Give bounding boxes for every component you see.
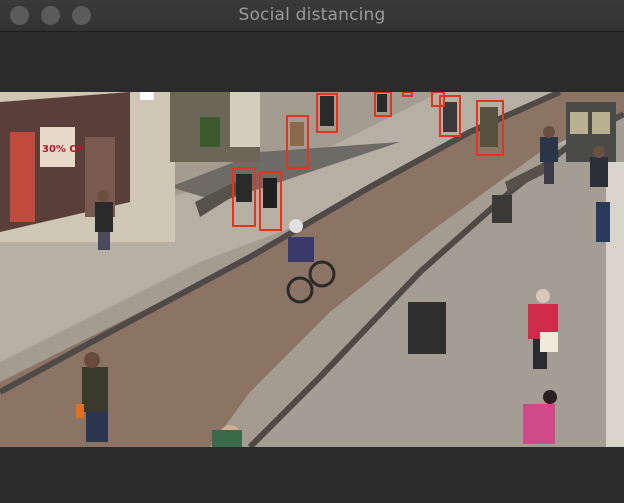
window-title: Social distancing: [238, 5, 386, 25]
litter-bin: [408, 302, 446, 354]
plant: [200, 117, 220, 147]
store-display: [10, 132, 35, 222]
phone-booth-window: [570, 112, 588, 134]
street-scene: 30% OFF: [0, 89, 624, 450]
person: [236, 174, 252, 202]
video-frame: 30% OFF: [0, 89, 624, 450]
window-titlebar: Social distancing: [0, 0, 624, 32]
litter-bin: [492, 195, 512, 223]
building-pillar: [230, 92, 260, 147]
person: [290, 122, 304, 146]
top-panel: [0, 32, 624, 92]
sign-board: [596, 202, 610, 242]
store-banner: [140, 92, 154, 100]
store-sign: 30% OFF: [42, 144, 92, 155]
person: [320, 96, 334, 126]
person: [263, 178, 277, 208]
bottom-panel: [0, 447, 624, 503]
phone-booth-window: [592, 112, 610, 134]
person: [377, 94, 387, 112]
person: [443, 102, 457, 132]
person: [480, 107, 498, 147]
